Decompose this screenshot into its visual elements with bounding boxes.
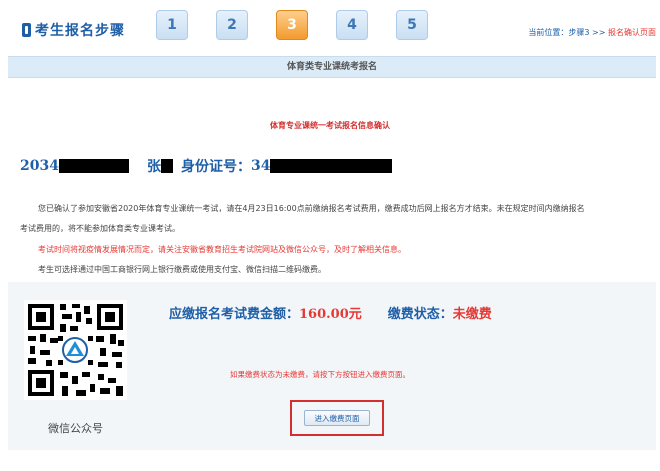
notice-payment-methods: 考生可选择通过中国工商银行网上银行缴费或使用支付宝、微信扫描二维码缴费。 (38, 265, 326, 274)
notice-exam-time: 考试时间将视疫情发展情况而定，请关注安徽省教育招生考试院网站及微信公众号，及时了… (38, 245, 406, 254)
highlight-box: 进入缴费页面 (290, 400, 384, 436)
breadcrumb-current: 报名确认页面 (608, 28, 656, 37)
notice-payment-deadline-cont: 考试费用的，将不能参加体育类专业课考试。 (20, 224, 180, 233)
fee-summary: 应缴报名考试费金额：160.00元 缴费状态：未缴费 (169, 303, 492, 322)
fee-amount: 160.00元 (299, 307, 362, 322)
notice-payment-deadline: 您已确认了参加安徽省2020年体育专业课统一考试，请在4月23日16:00点前缴… (38, 204, 585, 213)
redaction-bar (160, 159, 173, 173)
step-1: 1 (156, 10, 188, 40)
qr-caption: 微信公众号 (48, 422, 103, 435)
brand: 考生报名步骤 (22, 20, 125, 40)
registration-number-prefix: 2034 (20, 158, 59, 174)
id-number-label: 身份证号： (180, 159, 251, 175)
redaction-bar (58, 159, 129, 173)
qr-code-icon (24, 300, 127, 400)
step-indicator: 1 2 3 4 5 (156, 10, 428, 40)
step-3-current: 3 (276, 10, 308, 40)
step-2: 2 (216, 10, 248, 40)
header: 考生报名步骤 1 2 3 4 5 当前位置：步骤3 >> 报名确认页面 (0, 0, 660, 52)
page-heading: 考生报名步骤 (35, 23, 125, 39)
enter-payment-button[interactable]: 进入缴费页面 (304, 410, 370, 426)
info-icon (22, 23, 31, 37)
step-4: 4 (336, 10, 368, 40)
id-number-prefix: 34 (250, 158, 271, 174)
payment-status-badge: 未缴费 (452, 307, 492, 322)
section-title-bar: 体育类专业课统考报名 (8, 56, 656, 78)
redaction-bar (270, 159, 393, 173)
fee-label: 应缴报名考试费金额： (169, 307, 300, 322)
payment-status-label: 缴费状态： (387, 307, 453, 322)
candidate-name-prefix: 张 (146, 159, 161, 175)
step-5: 5 (396, 10, 428, 40)
breadcrumb-prefix: 当前位置：步骤3 >> (528, 28, 608, 37)
payment-hint: 如果缴费状态为未缴费，请按下方按钮进入缴费页面。 (230, 370, 410, 379)
breadcrumb: 当前位置：步骤3 >> 报名确认页面 (528, 27, 656, 38)
confirm-title: 体育专业课统一考试报名信息确认 (270, 121, 390, 130)
candidate-identity: 2034 张 身份证号： 34 (20, 156, 393, 176)
